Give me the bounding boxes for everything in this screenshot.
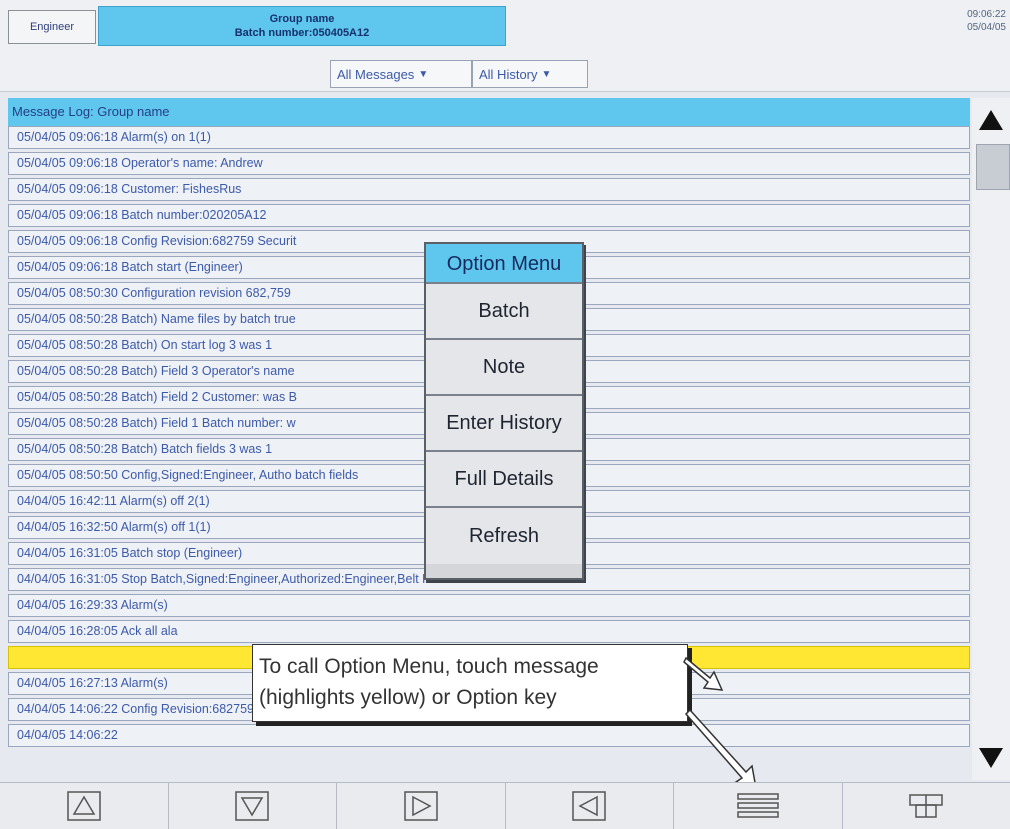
message-row[interactable]: 05/04/05 09:06:18 Customer: FishesRus — [8, 178, 970, 201]
clock: 09:06:22 05/04/05 — [967, 8, 1006, 34]
group-name-label: Group name — [269, 13, 335, 25]
option-full-details[interactable]: Full Details — [426, 452, 582, 508]
option-key-button[interactable] — [674, 783, 843, 829]
group-info-box: Group name Batch number:050405A12 — [98, 6, 506, 46]
instruction-callout: To call Option Menu, touch message (high… — [252, 644, 688, 722]
message-row[interactable]: 05/04/05 09:06:18 Batch number:020205A12 — [8, 204, 970, 227]
down-button[interactable] — [169, 783, 337, 829]
option-batch[interactable]: Batch — [426, 284, 582, 340]
option-note[interactable]: Note — [426, 340, 582, 396]
bottom-toolbar — [0, 782, 1010, 829]
option-refresh[interactable]: Refresh — [426, 508, 582, 564]
scroll-thumb[interactable] — [976, 144, 1010, 190]
right-button[interactable] — [337, 783, 506, 829]
messages-filter-dropdown[interactable]: All Messages ▼ — [330, 60, 472, 88]
filter-bar: All Messages ▼ All History ▼ — [0, 52, 1010, 92]
vertical-scrollbar[interactable] — [972, 98, 1010, 780]
option-menu-title: Option Menu — [426, 244, 582, 284]
up-triangle-icon — [67, 791, 101, 821]
up-button[interactable] — [0, 783, 169, 829]
header-bar: Engineer Group name Batch number:050405A… — [0, 0, 1010, 52]
user-button[interactable]: Engineer — [8, 10, 96, 44]
left-button[interactable] — [506, 783, 674, 829]
down-triangle-icon — [235, 791, 269, 821]
time-label: 09:06:22 — [967, 9, 1006, 20]
option-enter-history[interactable]: Enter History — [426, 396, 582, 452]
callout-line-2: (highlights yellow) or Option key — [259, 686, 557, 709]
scroll-up-button[interactable] — [976, 100, 1006, 140]
up-triangle-icon — [979, 110, 1003, 130]
batch-number-label: Batch number:050405A12 — [234, 27, 370, 39]
history-filter-dropdown[interactable]: All History ▼ — [472, 60, 588, 88]
display-mode-button[interactable] — [843, 783, 1010, 829]
chevron-down-icon: ▼ — [418, 68, 429, 80]
message-row[interactable]: 04/04/05 16:29:33 Alarm(s) — [8, 594, 970, 617]
message-row[interactable]: 04/04/05 14:06:22 — [8, 724, 970, 747]
grid-icon — [909, 794, 943, 818]
callout-arrows — [683, 656, 757, 790]
down-triangle-icon — [979, 748, 1003, 768]
message-row[interactable]: 05/04/05 09:06:18 Alarm(s) on 1(1) — [8, 126, 970, 149]
right-triangle-icon — [404, 791, 438, 821]
left-triangle-icon — [572, 791, 606, 821]
message-log-title: Message Log: Group name — [8, 98, 970, 126]
message-row[interactable]: 04/04/05 16:28:05 Ack all ala — [8, 620, 970, 643]
chevron-down-icon: ▼ — [541, 68, 552, 80]
option-menu-icon — [737, 793, 779, 818]
history-filter-label: All History — [479, 66, 538, 82]
callout-line-1: To call Option Menu, touch message — [259, 655, 599, 678]
option-menu: Option Menu Batch Note Enter History Ful… — [424, 242, 584, 580]
scroll-down-button[interactable] — [976, 738, 1006, 778]
messages-filter-label: All Messages — [337, 66, 415, 82]
date-label: 05/04/05 — [967, 22, 1006, 33]
message-row[interactable]: 05/04/05 09:06:18 Operator's name: Andre… — [8, 152, 970, 175]
